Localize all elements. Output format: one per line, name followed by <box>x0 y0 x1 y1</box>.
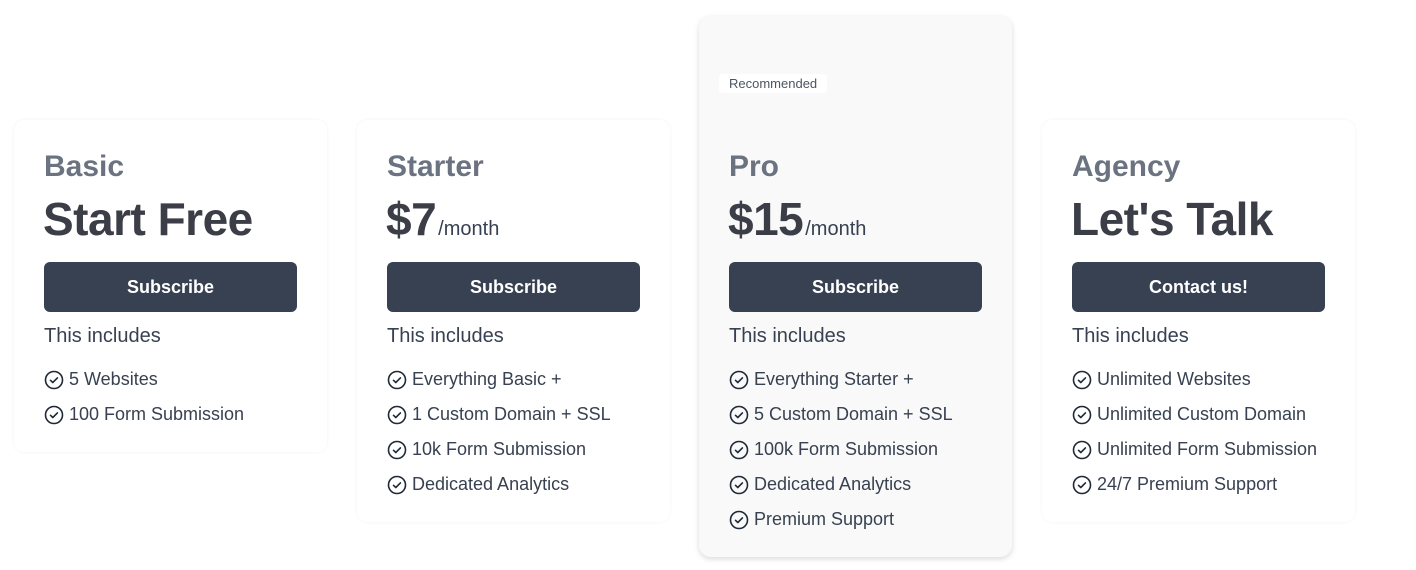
feature-list: Unlimited Websites Unlimited Custom Doma… <box>1072 362 1317 502</box>
price-period: /month <box>438 218 500 240</box>
feature-item: 1 Custom Domain + SSL <box>387 397 611 432</box>
includes-label: This includes <box>1072 325 1189 347</box>
check-circle-icon <box>1072 475 1092 494</box>
subscribe-button[interactable]: Subscribe <box>729 262 982 312</box>
includes-label: This includes <box>387 325 504 347</box>
feature-list: Everything Starter + 5 Custom Domain + S… <box>729 362 953 537</box>
check-circle-icon <box>387 370 407 389</box>
plan-name: Starter <box>387 150 484 183</box>
plan-name: Agency <box>1072 150 1181 183</box>
plan-body: Pro $15/month Subscribe This includes Ev… <box>699 120 1012 557</box>
feature-item: 24/7 Premium Support <box>1072 467 1317 502</box>
price-amount: $15 <box>728 193 804 245</box>
feature-item: Unlimited Form Submission <box>1072 432 1317 467</box>
plan-card-starter: Starter $7/month Subscribe This includes… <box>357 120 670 522</box>
check-circle-icon <box>729 405 749 424</box>
check-circle-icon <box>729 440 749 459</box>
feature-item: 100 Form Submission <box>44 397 244 432</box>
plan-price: $7/month <box>386 192 499 246</box>
plan-price: Start Free <box>43 192 253 246</box>
plan-card-agency: Agency Let's Talk Contact us! This inclu… <box>1042 120 1355 522</box>
feature-item: 5 Websites <box>44 362 244 397</box>
feature-list: Everything Basic + 1 Custom Domain + SSL… <box>387 362 611 502</box>
check-circle-icon <box>1072 370 1092 389</box>
recommended-badge: Recommended <box>719 74 828 93</box>
subscribe-button[interactable]: Subscribe <box>44 262 297 312</box>
check-circle-icon <box>44 405 64 424</box>
feature-item: Unlimited Custom Domain <box>1072 397 1317 432</box>
feature-item: Dedicated Analytics <box>387 467 611 502</box>
plan-name: Basic <box>44 150 125 183</box>
feature-item: 5 Custom Domain + SSL <box>729 397 953 432</box>
check-circle-icon <box>44 370 64 389</box>
plan-card-pro: Recommended Pro $15/month Subscribe This… <box>699 16 1012 557</box>
check-circle-icon <box>387 475 407 494</box>
price-period: /month <box>805 218 867 240</box>
feature-item: Everything Basic + <box>387 362 611 397</box>
check-circle-icon <box>729 475 749 494</box>
feature-item: Premium Support <box>729 502 953 537</box>
plan-price: $15/month <box>728 192 866 246</box>
plan-name: Pro <box>729 150 780 183</box>
includes-label: This includes <box>44 325 161 347</box>
feature-item: Everything Starter + <box>729 362 953 397</box>
feature-item: Unlimited Websites <box>1072 362 1317 397</box>
feature-item: 100k Form Submission <box>729 432 953 467</box>
price-amount: $7 <box>386 193 437 245</box>
check-circle-icon <box>387 440 407 459</box>
check-circle-icon <box>387 405 407 424</box>
feature-list: 5 Websites 100 Form Submission <box>44 362 244 432</box>
check-circle-icon <box>1072 405 1092 424</box>
price-amount: Let's Talk <box>1071 193 1273 245</box>
check-circle-icon <box>1072 440 1092 459</box>
feature-item: 10k Form Submission <box>387 432 611 467</box>
contact-us-button[interactable]: Contact us! <box>1072 262 1325 312</box>
check-circle-icon <box>729 510 749 529</box>
includes-label: This includes <box>729 325 846 347</box>
plan-price: Let's Talk <box>1071 192 1273 246</box>
plan-card-basic: Basic Start Free Subscribe This includes… <box>14 120 327 452</box>
price-amount: Start Free <box>43 193 253 245</box>
feature-item: Dedicated Analytics <box>729 467 953 502</box>
subscribe-button[interactable]: Subscribe <box>387 262 640 312</box>
check-circle-icon <box>729 370 749 389</box>
